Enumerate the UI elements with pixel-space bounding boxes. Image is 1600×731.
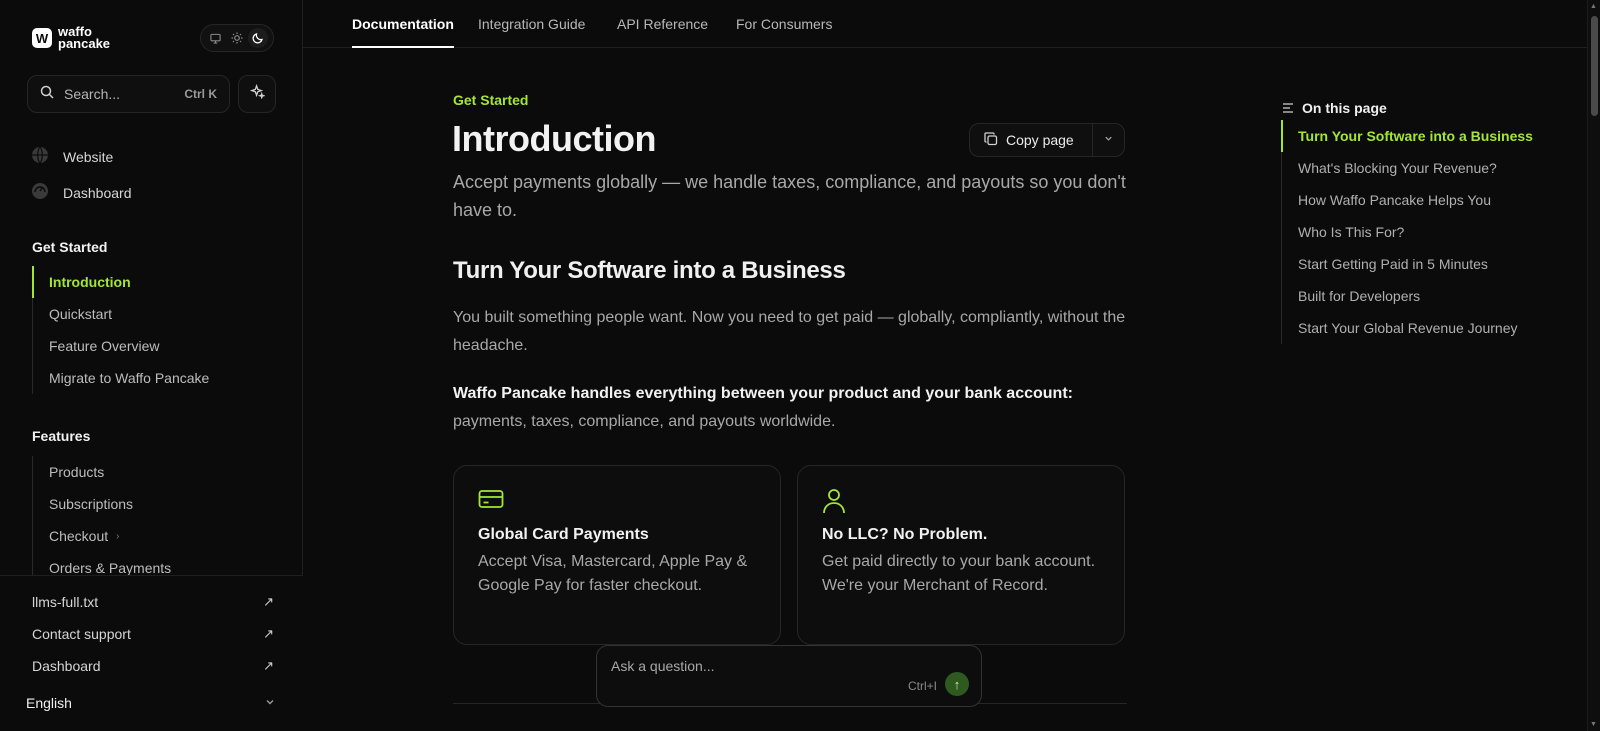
page-lead: Accept payments globally — we handle tax… [453, 172, 1126, 220]
card-title: Global Card Payments [478, 526, 649, 543]
ai-assistant-button[interactable] [238, 75, 276, 113]
nav-item-migrate[interactable]: Migrate to Waffo Pancake [33, 362, 209, 394]
copy-page-dropdown[interactable] [1093, 133, 1124, 147]
dashboard-external-link[interactable]: Dashboard ↗ [32, 658, 274, 674]
search-placeholder: Search... [64, 86, 121, 102]
tab-api-reference[interactable]: API Reference [617, 16, 708, 32]
tab-documentation[interactable]: Documentation [352, 16, 454, 32]
send-button[interactable]: ↑ [945, 672, 969, 696]
toc-item[interactable]: What's Blocking Your Revenue? [1282, 152, 1533, 184]
chevron-down-icon [264, 695, 276, 711]
copy-page-label: Copy page [1006, 132, 1074, 148]
page-scrollbar[interactable]: ▲ ▼ [1587, 0, 1600, 731]
top-nav: Documentation Integration Guide API Refe… [303, 0, 1587, 48]
page-title: Introduction [452, 118, 656, 159]
globe-icon [31, 146, 49, 167]
arrow-up-icon: ↑ [953, 676, 961, 692]
toc-title: On this page [1282, 100, 1387, 116]
ask-shortcut: Ctrl+I [907, 679, 937, 693]
nav-item-checkout-label: Checkout [49, 528, 109, 544]
nav-item-quickstart[interactable]: Quickstart [33, 298, 209, 330]
toc-item[interactable]: Built for Developers [1282, 280, 1533, 312]
table-of-contents: Turn Your Software into a Business What'… [1281, 120, 1533, 344]
waffo-logo-icon: W [32, 28, 52, 48]
toc-item[interactable]: Turn Your Software into a Business [1281, 120, 1533, 152]
dashboard-link[interactable]: Dashboard [31, 182, 132, 203]
tab-for-consumers[interactable]: For Consumers [736, 16, 832, 32]
sidebar: W waffo pancake Search... Ctrl K Website… [0, 0, 303, 731]
chevron-down-icon [1103, 133, 1114, 147]
card-title: No LLC? No Problem. [822, 526, 988, 543]
moon-icon[interactable] [248, 28, 269, 48]
dashboard-icon [31, 182, 49, 203]
copy-icon [984, 131, 998, 149]
toc-item[interactable]: Start Getting Paid in 5 Minutes [1282, 248, 1533, 280]
active-tab-underline [352, 46, 454, 48]
external-link-icon: ↗ [263, 594, 274, 609]
dashboard-link-label: Dashboard [63, 184, 132, 201]
language-value: English [26, 695, 72, 711]
contact-support-link[interactable]: Contact support ↗ [32, 626, 274, 642]
search-box[interactable]: Search... Ctrl K [27, 75, 230, 113]
nav-item-introduction[interactable]: Introduction [31, 266, 209, 298]
nav-item-feature-overview[interactable]: Feature Overview [33, 330, 209, 362]
copy-page-control: Copy page [969, 123, 1125, 157]
search-icon [40, 85, 54, 104]
search-shortcut: Ctrl K [184, 87, 217, 101]
list-icon [1282, 100, 1294, 116]
language-select[interactable]: English [26, 695, 276, 711]
monitor-icon[interactable] [206, 28, 226, 48]
get-started-nav: Introduction Quickstart Feature Overview… [31, 266, 209, 394]
section-paragraph-2: Waffo Pancake handles everything between… [453, 385, 1073, 430]
feature-card-global-payments[interactable]: Global Card Payments Accept Visa, Master… [453, 465, 781, 645]
nav-item-checkout[interactable]: Checkout › [33, 520, 171, 552]
nav-item-products[interactable]: Products [33, 456, 171, 488]
scroll-down-icon[interactable]: ▼ [1590, 721, 1597, 728]
card-description: Get paid directly to your bank account. … [822, 553, 1096, 594]
llms-full-link[interactable]: llms-full.txt ↗ [32, 594, 274, 610]
theme-switcher [200, 24, 274, 52]
section-eyebrow: Get Started [453, 92, 529, 108]
section-heading: Turn Your Software into a Business [453, 257, 846, 284]
brand-logo[interactable]: W waffo pancake [32, 25, 111, 51]
toc-item[interactable]: Start Your Global Revenue Journey [1282, 312, 1533, 344]
user-icon [822, 488, 1100, 514]
copy-page-button[interactable]: Copy page [970, 124, 1093, 156]
brand-name-line2: pancake [58, 36, 111, 51]
chevron-right-icon: › [116, 530, 120, 542]
feature-card-no-llc[interactable]: No LLC? No Problem. Get paid directly to… [797, 465, 1125, 645]
get-started-group-title: Get Started [32, 239, 108, 255]
nav-item-subscriptions[interactable]: Subscriptions [33, 488, 171, 520]
sun-icon[interactable] [227, 28, 247, 48]
docs-app: W waffo pancake Search... Ctrl K Website… [0, 0, 1600, 731]
section-paragraph-1: You built something people want. Now you… [453, 309, 1126, 354]
external-link-icon: ↗ [263, 658, 274, 673]
toc-item[interactable]: How Waffo Pancake Helps You [1282, 184, 1533, 216]
sparkle-icon [249, 83, 266, 104]
sidebar-footer: llms-full.txt ↗ Contact support ↗ Dashbo… [0, 575, 303, 731]
tab-integration-guide[interactable]: Integration Guide [478, 16, 585, 32]
features-group-title: Features [32, 428, 91, 444]
website-link[interactable]: Website [31, 146, 113, 167]
card-description: Accept Visa, Mastercard, Apple Pay & Goo… [478, 553, 748, 594]
ask-question-box[interactable]: Ask a question... Ctrl+I ↑ [596, 645, 982, 707]
features-nav: Products Subscriptions Checkout › Orders… [32, 456, 171, 584]
website-link-label: Website [63, 148, 114, 165]
credit-card-icon [478, 488, 756, 514]
scroll-up-icon[interactable]: ▲ [1590, 3, 1597, 10]
ask-input[interactable]: Ask a question... [611, 658, 967, 674]
toc-item[interactable]: Who Is This For? [1282, 216, 1533, 248]
external-link-icon: ↗ [263, 626, 274, 641]
scrollbar-thumb[interactable] [1591, 16, 1598, 116]
